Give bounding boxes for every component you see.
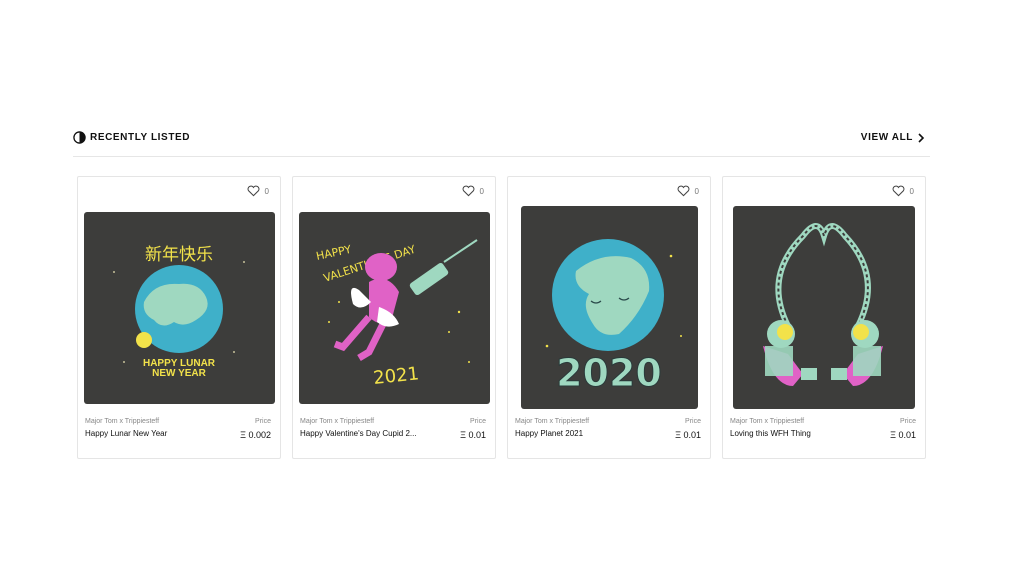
like-button[interactable]: 0 xyxy=(892,185,914,197)
creator-name[interactable]: Major Tom x Trippiesteff xyxy=(730,418,804,425)
heart-icon xyxy=(247,185,260,197)
nft-card[interactable]: 0 2020 Major Tom x Trippiesteff Price Ha… xyxy=(507,176,711,459)
item-name[interactable]: Happy Valentine's Day Cupid 2... xyxy=(300,429,417,438)
like-count: 0 xyxy=(264,186,269,196)
artwork-image[interactable]: HAPPY VALENTINE'S DAY 2021 xyxy=(299,212,490,404)
creator-name[interactable]: Major Tom x Trippiesteff xyxy=(85,418,159,425)
heart-icon xyxy=(892,185,905,197)
creator-name[interactable]: Major Tom x Trippiesteff xyxy=(515,418,589,425)
section-title: RECENTLY LISTED xyxy=(90,132,191,143)
artwork-caption: 2020 xyxy=(556,351,662,395)
item-name[interactable]: Happy Planet 2021 xyxy=(515,429,583,438)
artwork-caption: NEW YEAR xyxy=(152,368,206,379)
like-button[interactable]: 0 xyxy=(247,185,269,197)
artwork-caption: 新年快乐 xyxy=(145,245,213,265)
nft-card[interactable]: 0 HAPPY VALENTINE'S DAY 2021 Major Tom x… xyxy=(292,176,496,459)
heart-icon xyxy=(677,185,690,197)
like-count: 0 xyxy=(479,186,484,196)
view-all-label: VIEW ALL xyxy=(860,132,913,143)
item-name[interactable]: Happy Lunar New Year xyxy=(85,429,167,438)
section-title-wrap: RECENTLY LISTED xyxy=(73,131,190,144)
like-count: 0 xyxy=(694,186,699,196)
artwork-image[interactable]: 2020 xyxy=(521,206,698,409)
like-count: 0 xyxy=(909,186,914,196)
nft-card[interactable]: 0 新年快乐 HAPPY LUNAR NEW YEAR Major Tom x … xyxy=(77,176,281,459)
price-label: Price xyxy=(685,418,701,425)
view-all-link[interactable]: VIEW ALL xyxy=(861,132,926,143)
price-label: Price xyxy=(900,418,916,425)
price-value: Ξ 0.01 xyxy=(890,430,916,440)
creator-name[interactable]: Major Tom x Trippiesteff xyxy=(300,418,374,425)
nft-card[interactable]: 0 Major Tom x Trippiesteff Price Loving … xyxy=(722,176,926,459)
section-header: RECENTLY LISTED VIEW ALL xyxy=(73,131,930,157)
item-name[interactable]: Loving this WFH Thing xyxy=(730,429,811,438)
price-value: Ξ 0.002 xyxy=(240,430,271,440)
price-value: Ξ 0.01 xyxy=(460,430,486,440)
like-button[interactable]: 0 xyxy=(677,185,699,197)
price-value: Ξ 0.01 xyxy=(675,430,701,440)
artwork-image[interactable]: 新年快乐 HAPPY LUNAR NEW YEAR xyxy=(84,212,275,404)
price-label: Price xyxy=(255,418,271,425)
price-label: Price xyxy=(470,418,486,425)
artwork-image[interactable] xyxy=(733,206,915,409)
chevron-right-icon xyxy=(918,132,925,143)
heart-icon xyxy=(462,185,475,197)
clock-icon xyxy=(73,131,86,144)
like-button[interactable]: 0 xyxy=(462,185,484,197)
